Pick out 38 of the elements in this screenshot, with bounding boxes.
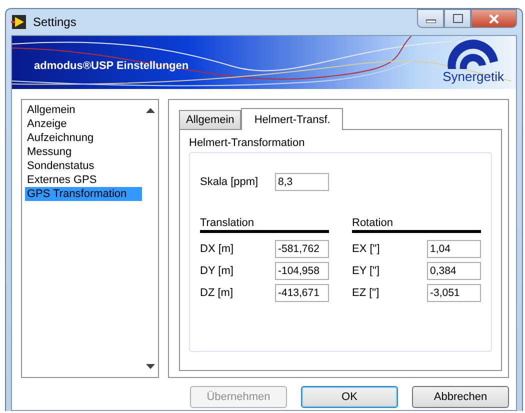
- maximize-icon: [452, 14, 462, 23]
- dialog-button[interactable]: Abbrechen: [412, 386, 509, 408]
- input-field[interactable]: -3,051: [427, 284, 481, 302]
- list-item[interactable]: Allgemein: [25, 103, 142, 117]
- field-label: EY ["]: [352, 265, 381, 277]
- maximize-button[interactable]: [444, 9, 471, 28]
- input-field[interactable]: 1,04: [427, 240, 481, 258]
- close-icon: [489, 14, 499, 24]
- section-heading: Rotation: [352, 217, 481, 233]
- dialog-button[interactable]: OK: [301, 386, 398, 408]
- list-item[interactable]: Externes GPS: [25, 173, 142, 187]
- input-field[interactable]: -104,958: [275, 262, 329, 280]
- field-label: EZ ["]: [352, 287, 380, 299]
- field-label: DX [m]: [200, 243, 235, 255]
- tab[interactable]: Allgemein: [179, 110, 242, 129]
- minimize-button[interactable]: [417, 9, 444, 28]
- list-item[interactable]: Sondenstatus: [25, 159, 142, 173]
- input-field[interactable]: 0,384: [427, 262, 481, 280]
- scroll-down-icon[interactable]: [146, 364, 155, 370]
- field-label: EX ["]: [352, 243, 381, 255]
- list-item[interactable]: Anzeige: [25, 117, 142, 131]
- window-title: Settings: [33, 15, 76, 29]
- field-label: DY [m]: [200, 265, 234, 277]
- group-title: Helmert-Transformation: [189, 136, 306, 151]
- list-item[interactable]: Aufzeichnung: [25, 131, 142, 145]
- scroll-up-icon[interactable]: [146, 107, 155, 113]
- input-field[interactable]: 8,3: [275, 173, 329, 191]
- section-heading: Translation: [200, 217, 329, 233]
- field-label: DZ [m]: [200, 287, 234, 299]
- logo-text: Synergetik: [442, 69, 504, 84]
- field-label: Skala [ppm]: [200, 176, 260, 188]
- input-field[interactable]: -581,762: [275, 240, 329, 258]
- list-item[interactable]: Messung: [25, 145, 142, 159]
- close-button[interactable]: [471, 9, 517, 28]
- app-icon: [11, 14, 27, 30]
- tab[interactable]: Helmert-Transf.: [241, 108, 344, 130]
- list-item[interactable]: GPS Transformation: [25, 187, 142, 201]
- input-field[interactable]: -413,671: [275, 284, 329, 302]
